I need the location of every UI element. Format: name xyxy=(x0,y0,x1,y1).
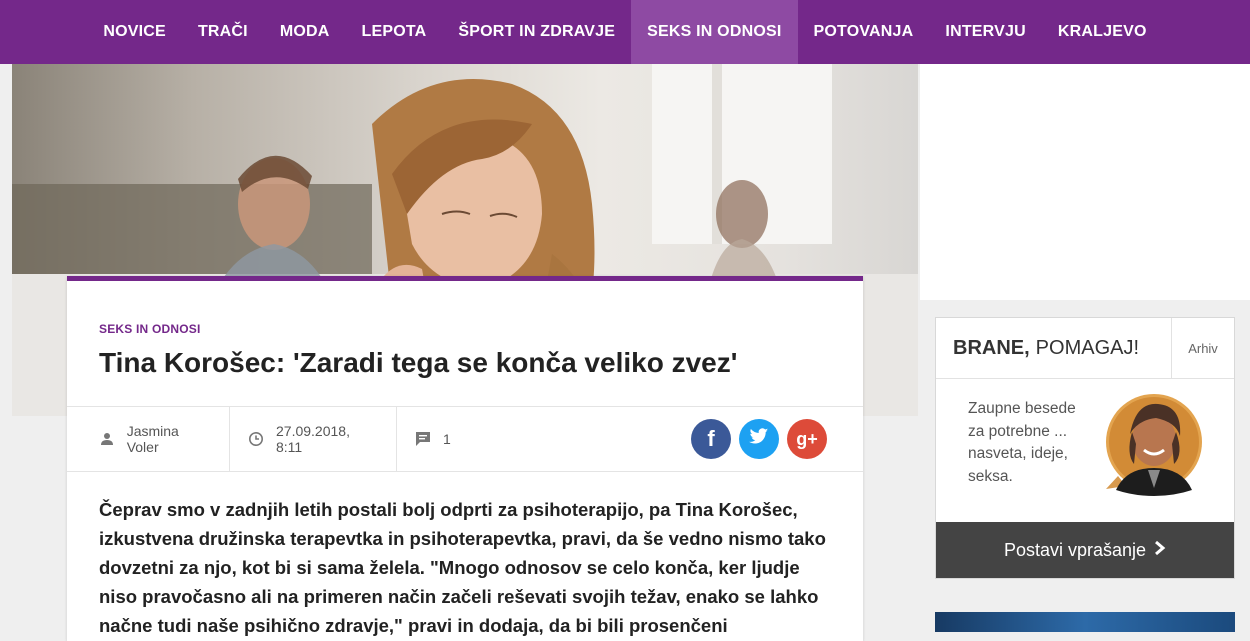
user-icon xyxy=(99,431,115,447)
twitter-share-button[interactable] xyxy=(739,419,779,459)
brane-avatar xyxy=(1096,394,1206,505)
brane-description: Zaupne besede za potrebne ... nasveta, i… xyxy=(968,400,1076,485)
article-card: SEKS IN ODNOSI Tina Korošec: 'Zaradi teg… xyxy=(67,276,863,641)
chevron-right-icon xyxy=(1154,539,1166,562)
ask-question-button[interactable]: Postavi vprašanje xyxy=(936,522,1234,578)
nav-item-intervju[interactable]: INTERVJU xyxy=(929,0,1041,64)
article-date: 27.09.2018, 8:11 xyxy=(276,423,350,455)
nav-item-moda[interactable]: MODA xyxy=(264,0,346,64)
comment-icon xyxy=(415,431,431,447)
meta-author: Jasmina Voler xyxy=(67,407,230,471)
facebook-share-button[interactable]: f xyxy=(691,419,731,459)
brane-title-bold: BRANE, xyxy=(953,336,1030,359)
share-buttons: f g+ xyxy=(691,419,827,459)
nav-item-novice[interactable]: NOVICE xyxy=(87,0,182,64)
article-title: Tina Korošec: 'Zaradi tega se konča veli… xyxy=(99,347,738,378)
sidebar-ad-slot xyxy=(920,64,1250,300)
facebook-icon: f xyxy=(707,426,715,451)
brane-pomagaj-widget: BRANE, POMAGAJ! Arhiv Zaupne besede za p… xyxy=(935,317,1235,579)
author-name[interactable]: Jasmina Voler xyxy=(127,423,213,455)
ask-question-label: Postavi vprašanje xyxy=(1003,539,1147,560)
article-lead: Čeprav smo v zadnjih letih postali bolj … xyxy=(99,499,826,636)
brane-header: BRANE, POMAGAJ! Arhiv xyxy=(936,318,1234,379)
nav-item-seks-in-odnosi[interactable]: SEKS IN ODNOSI xyxy=(631,0,798,64)
brane-title: BRANE, POMAGAJ! xyxy=(936,318,1172,378)
comment-count[interactable]: 1 xyxy=(443,431,451,447)
sidebar-banner[interactable] xyxy=(935,612,1235,632)
meta-date: 27.09.2018, 8:11 xyxy=(230,407,397,471)
nav-item-kraljevo[interactable]: KRALJEVO xyxy=(1042,0,1163,64)
googleplus-icon: g+ xyxy=(796,428,818,449)
nav-item-sport-in-zdravje[interactable]: ŠPORT IN ZDRAVJE xyxy=(442,0,631,64)
nav-item-potovanja[interactable]: POTOVANJA xyxy=(798,0,930,64)
twitter-icon xyxy=(749,427,769,451)
main-nav: NOVICE TRAČI MODA LEPOTA ŠPORT IN ZDRAVJ… xyxy=(0,0,1250,64)
brane-archive-link[interactable]: Arhiv xyxy=(1172,318,1234,378)
clock-icon xyxy=(248,431,264,447)
googleplus-share-button[interactable]: g+ xyxy=(787,419,827,459)
brane-title-rest: POMAGAJ! xyxy=(1035,336,1140,359)
meta-comments[interactable]: 1 xyxy=(397,407,467,471)
article-meta: Jasmina Voler 27.09.2018, 8:11 1 f g+ xyxy=(67,406,863,472)
nav-item-traci[interactable]: TRAČI xyxy=(182,0,264,64)
article-category[interactable]: SEKS IN ODNOSI xyxy=(99,322,200,336)
nav-item-lepota[interactable]: LEPOTA xyxy=(346,0,443,64)
